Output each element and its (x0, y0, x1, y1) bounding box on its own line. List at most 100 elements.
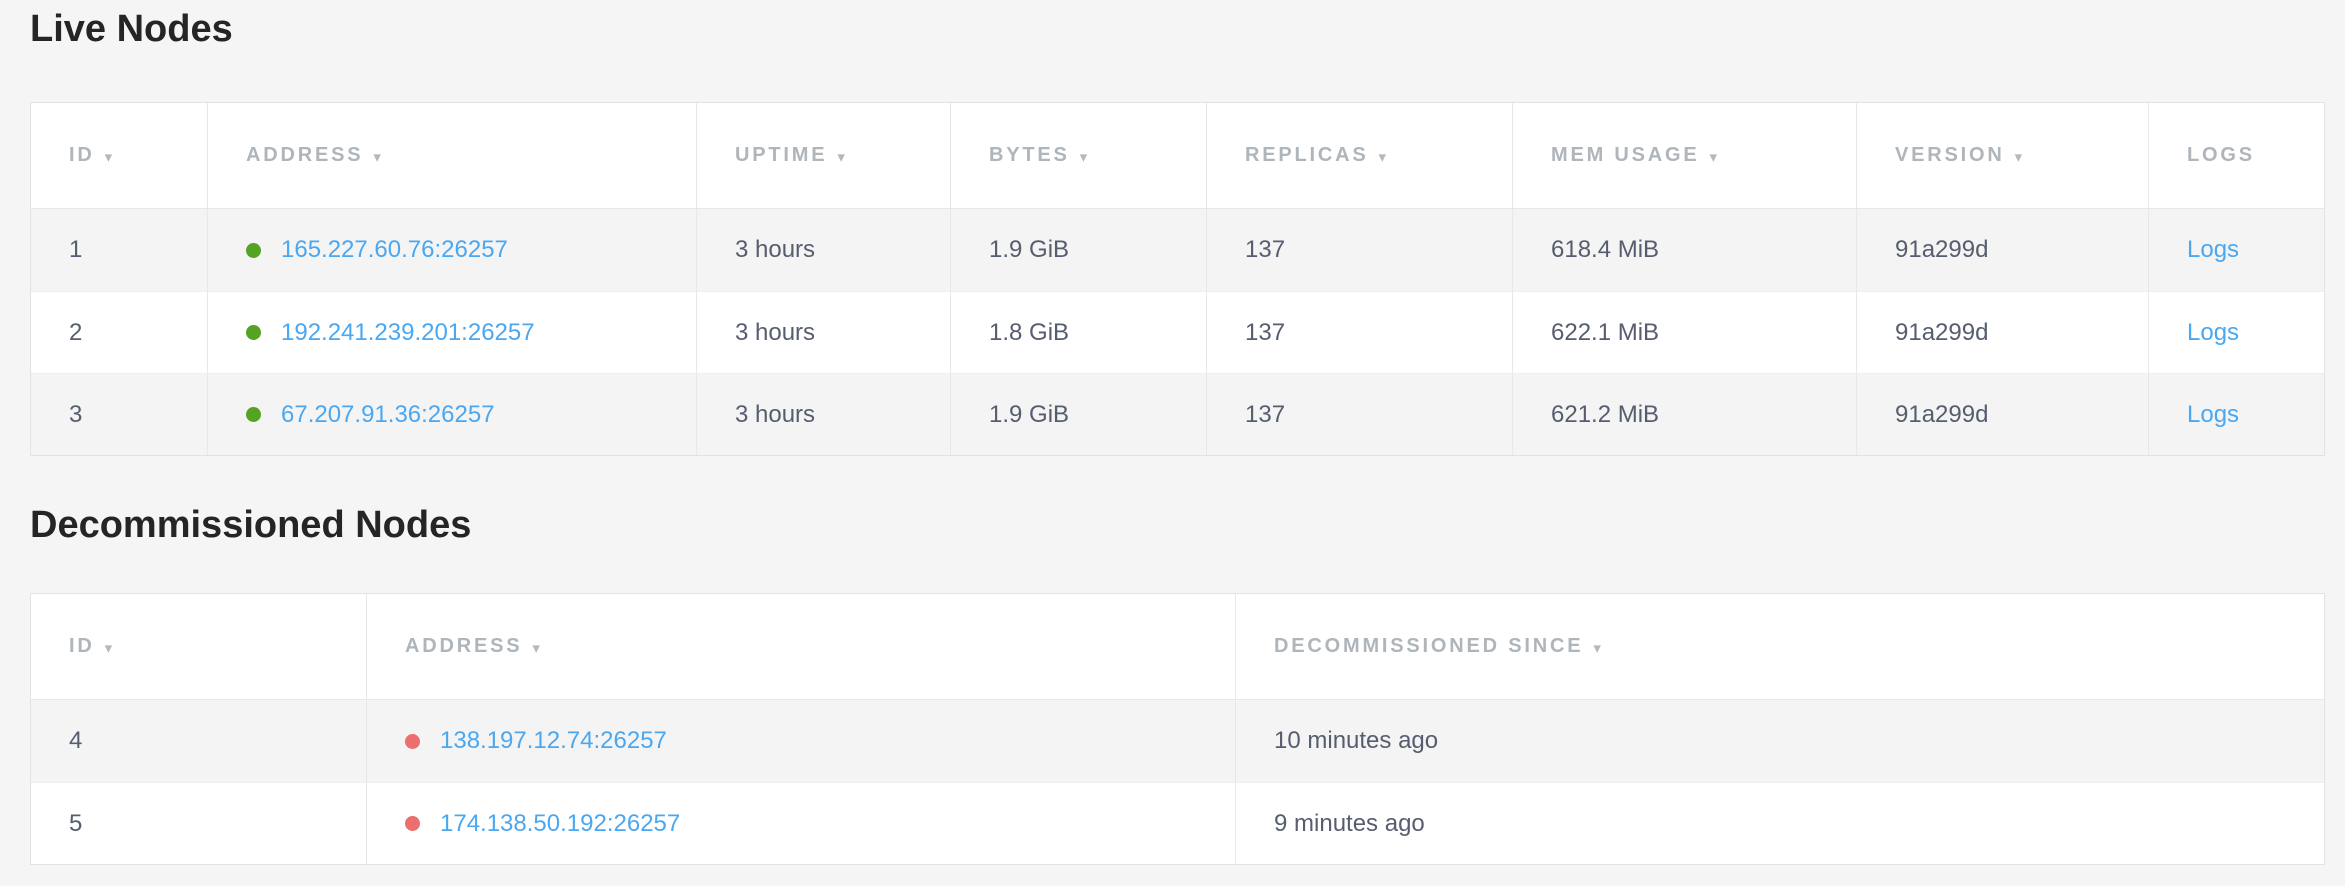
node-uptime-cell: 3 hours (696, 374, 950, 455)
node-address-cell: 138.197.12.74:26257 (366, 700, 1235, 782)
column-header-logs: LOGS (2148, 103, 2324, 208)
column-header-address[interactable]: ADDRESS ▾ (207, 103, 696, 208)
table-row: 5 174.138.50.192:26257 9 minutes ago (31, 782, 2324, 864)
decommissioned-since-cell: 9 minutes ago (1235, 783, 2324, 864)
decommissioned-status-dot-icon (405, 816, 420, 831)
table-row: 1 165.227.60.76:26257 3 hours 1.9 GiB 13… (31, 209, 2324, 291)
column-header-address[interactable]: ADDRESS ▾ (366, 594, 1235, 699)
node-version-cell: 91a299d (1856, 292, 2148, 373)
node-id: 3 (69, 401, 82, 429)
node-version: 91a299d (1895, 319, 1988, 347)
nodes-page: Live Nodes ID ▾ ADDRESS ▾ UPTIME ▾ BYTES… (0, 0, 2325, 865)
sort-arrow-icon: ▾ (373, 148, 381, 166)
node-replicas-cell: 137 (1206, 374, 1512, 455)
live-nodes-table: ID ▾ ADDRESS ▾ UPTIME ▾ BYTES ▾ REPLICAS… (30, 102, 2325, 456)
node-id-cell: 3 (31, 374, 207, 455)
column-header-label: ADDRESS (405, 635, 522, 658)
logs-link[interactable]: Logs (2187, 319, 2239, 347)
sort-arrow-icon: ▾ (1710, 148, 1718, 166)
sort-arrow-icon: ▾ (1593, 639, 1601, 657)
node-replicas: 137 (1245, 401, 1285, 429)
table-row: 3 67.207.91.36:26257 3 hours 1.9 GiB 137… (31, 373, 2324, 455)
column-header-label: UPTIME (735, 144, 827, 167)
column-header-label: DECOMMISSIONED SINCE (1274, 635, 1583, 658)
node-address-link[interactable]: 174.138.50.192:26257 (440, 810, 680, 838)
node-address-cell: 174.138.50.192:26257 (366, 783, 1235, 864)
decommissioned-since: 9 minutes ago (1274, 810, 1425, 838)
column-header-decommissioned-since[interactable]: DECOMMISSIONED SINCE ▾ (1235, 594, 2324, 699)
node-uptime: 3 hours (735, 401, 815, 429)
sort-arrow-icon: ▾ (105, 148, 113, 166)
logs-link[interactable]: Logs (2187, 401, 2239, 429)
sort-arrow-icon: ▾ (2015, 148, 2023, 166)
node-id-cell: 1 (31, 209, 207, 291)
node-bytes: 1.9 GiB (989, 401, 1069, 429)
node-replicas-cell: 137 (1206, 292, 1512, 373)
sort-arrow-icon: ▾ (532, 639, 540, 657)
sort-arrow-icon: ▾ (1080, 148, 1088, 166)
column-header-label: ID (69, 635, 95, 658)
node-address-link[interactable]: 138.197.12.74:26257 (440, 727, 667, 755)
column-header-uptime[interactable]: UPTIME ▾ (696, 103, 950, 208)
node-replicas: 137 (1245, 236, 1285, 264)
node-id: 5 (69, 810, 82, 838)
decommissioned-status-dot-icon (405, 734, 420, 749)
column-header-label: BYTES (989, 144, 1070, 167)
node-mem-usage-cell: 622.1 MiB (1512, 292, 1856, 373)
decommissioned-since: 10 minutes ago (1274, 727, 1438, 755)
node-uptime: 3 hours (735, 319, 815, 347)
column-header-id[interactable]: ID ▾ (31, 103, 207, 208)
node-id-cell: 2 (31, 292, 207, 373)
column-header-label: MEM USAGE (1551, 144, 1700, 167)
table-row: 2 192.241.239.201:26257 3 hours 1.8 GiB … (31, 291, 2324, 373)
decommissioned-since-cell: 10 minutes ago (1235, 700, 2324, 782)
node-version-cell: 91a299d (1856, 374, 2148, 455)
column-header-version[interactable]: VERSION ▾ (1856, 103, 2148, 208)
column-header-mem-usage[interactable]: MEM USAGE ▾ (1512, 103, 1856, 208)
node-address-link[interactable]: 165.227.60.76:26257 (281, 236, 508, 264)
node-uptime-cell: 3 hours (696, 292, 950, 373)
node-address-cell: 192.241.239.201:26257 (207, 292, 696, 373)
node-mem-usage-cell: 618.4 MiB (1512, 209, 1856, 291)
column-header-bytes[interactable]: BYTES ▾ (950, 103, 1206, 208)
column-header-id[interactable]: ID ▾ (31, 594, 366, 699)
node-bytes: 1.8 GiB (989, 319, 1069, 347)
node-mem-usage: 618.4 MiB (1551, 236, 1659, 264)
node-mem-usage: 621.2 MiB (1551, 401, 1659, 429)
node-id-cell: 5 (31, 783, 366, 864)
node-logs-cell: Logs (2148, 292, 2324, 373)
node-address-cell: 67.207.91.36:26257 (207, 374, 696, 455)
decommissioned-nodes-table: ID ▾ ADDRESS ▾ DECOMMISSIONED SINCE ▾ 4 … (30, 593, 2325, 865)
live-status-dot-icon (246, 243, 261, 258)
live-status-dot-icon (246, 325, 261, 340)
node-uptime-cell: 3 hours (696, 209, 950, 291)
node-id: 1 (69, 236, 82, 264)
node-mem-usage: 622.1 MiB (1551, 319, 1659, 347)
node-mem-usage-cell: 621.2 MiB (1512, 374, 1856, 455)
column-header-label: VERSION (1895, 144, 2005, 167)
node-bytes: 1.9 GiB (989, 236, 1069, 264)
node-id: 4 (69, 727, 82, 755)
column-header-label: ID (69, 144, 95, 167)
sort-arrow-icon: ▾ (105, 639, 113, 657)
node-logs-cell: Logs (2148, 374, 2324, 455)
node-id: 2 (69, 319, 82, 347)
column-header-label: ADDRESS (246, 144, 363, 167)
column-header-label: REPLICAS (1245, 144, 1369, 167)
node-address-link[interactable]: 192.241.239.201:26257 (281, 319, 535, 347)
column-header-replicas[interactable]: REPLICAS ▾ (1206, 103, 1512, 208)
node-bytes-cell: 1.9 GiB (950, 374, 1206, 455)
live-status-dot-icon (246, 407, 261, 422)
live-nodes-header-row: ID ▾ ADDRESS ▾ UPTIME ▾ BYTES ▾ REPLICAS… (31, 103, 2324, 209)
live-nodes-title: Live Nodes (30, 6, 2325, 52)
decommissioned-nodes-header-row: ID ▾ ADDRESS ▾ DECOMMISSIONED SINCE ▾ (31, 594, 2324, 700)
node-address-link[interactable]: 67.207.91.36:26257 (281, 401, 495, 429)
decommissioned-nodes-title: Decommissioned Nodes (30, 502, 2325, 548)
node-replicas: 137 (1245, 319, 1285, 347)
node-version-cell: 91a299d (1856, 209, 2148, 291)
node-uptime: 3 hours (735, 236, 815, 264)
node-bytes-cell: 1.9 GiB (950, 209, 1206, 291)
node-bytes-cell: 1.8 GiB (950, 292, 1206, 373)
column-header-label: LOGS (2187, 144, 2255, 167)
logs-link[interactable]: Logs (2187, 236, 2239, 264)
